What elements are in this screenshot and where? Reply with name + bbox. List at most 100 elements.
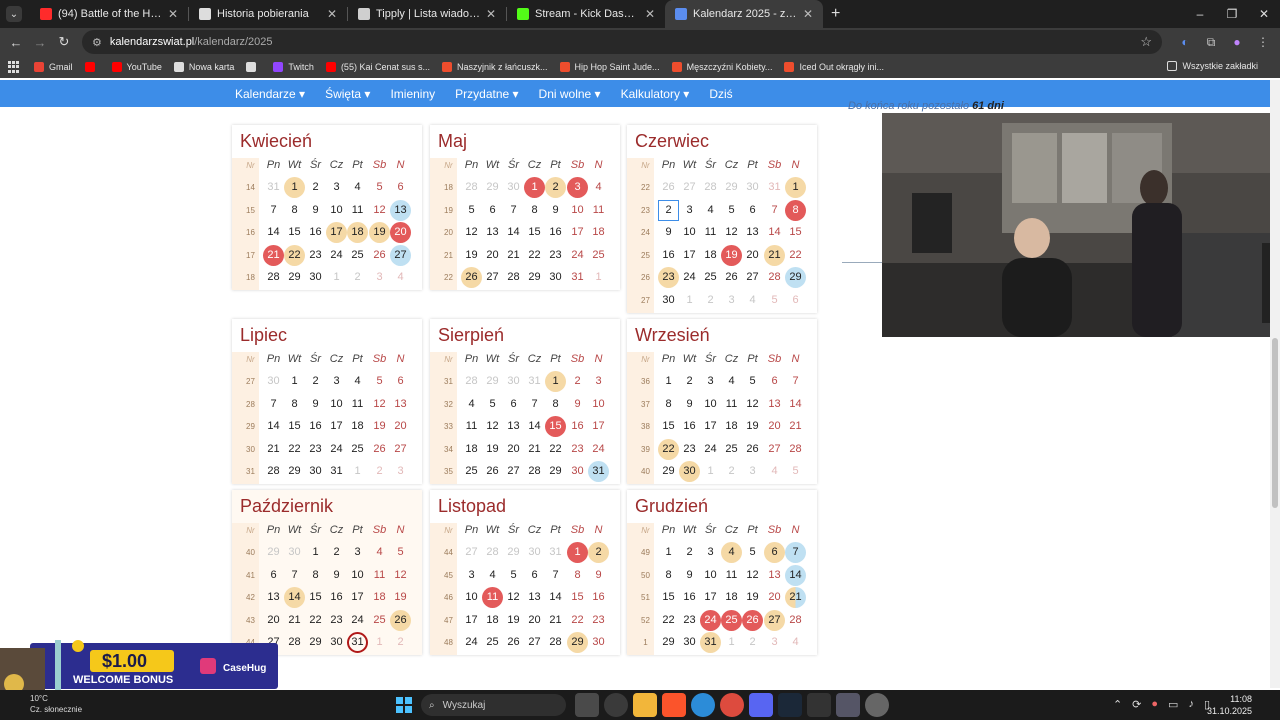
calendar-day[interactable]: 11 xyxy=(347,394,368,415)
calendar-day[interactable]: 26 xyxy=(482,461,503,482)
bookmark-item[interactable]: Hip Hop Saint Jude... xyxy=(559,62,660,72)
calendar-day[interactable]: 16 xyxy=(305,416,326,437)
calendar-day[interactable]: 2 xyxy=(679,371,700,392)
calendar-day[interactable]: 28 xyxy=(284,632,305,653)
calendar-day[interactable]: 14 xyxy=(524,416,545,437)
clock[interactable]: 11:08 31.10.2025 xyxy=(1207,693,1252,717)
calendar-day[interactable]: 17 xyxy=(347,587,368,608)
calendar-day[interactable]: 13 xyxy=(503,416,524,437)
calendar-day[interactable]: 4 xyxy=(700,200,721,221)
mic-icon[interactable]: ● xyxy=(1151,698,1158,711)
calendar-day[interactable]: 13 xyxy=(524,587,545,608)
calendar-day[interactable]: 5 xyxy=(461,200,482,221)
calendar-day[interactable]: 22 xyxy=(658,438,679,460)
calendar-day[interactable]: 29 xyxy=(524,267,545,288)
site-nav-link[interactable]: Kalkulatory ▾ xyxy=(621,87,690,101)
calendar-day-other-month[interactable]: 3 xyxy=(742,461,763,482)
tab-close-icon[interactable]: ✕ xyxy=(645,7,655,21)
calendar-day-other-month[interactable]: 1 xyxy=(369,632,390,653)
steam-icon[interactable] xyxy=(778,693,802,717)
calendar-day[interactable]: 21 xyxy=(263,244,284,266)
calendar-day[interactable]: 19 xyxy=(461,245,482,266)
sync-icon[interactable]: ⟳ xyxy=(1132,698,1141,711)
file-explorer-icon[interactable] xyxy=(633,693,657,717)
calendar-day[interactable]: 24 xyxy=(326,439,347,460)
calendar-day[interactable]: 3 xyxy=(326,371,347,392)
calendar-day-other-month[interactable]: 26 xyxy=(658,177,679,198)
calendar-day[interactable]: 10 xyxy=(461,587,482,608)
calendar-day[interactable]: 5 xyxy=(390,542,411,563)
discord-icon[interactable] xyxy=(749,693,773,717)
site-info-icon[interactable]: ⚙ xyxy=(92,36,102,49)
calendar-day-other-month[interactable]: 29 xyxy=(503,542,524,563)
calendar-day[interactable]: 13 xyxy=(764,565,785,586)
calendar-day[interactable]: 10 xyxy=(700,394,721,415)
browser-tab[interactable]: Kalendarz 2025 - z datami świę ✕ xyxy=(665,0,823,28)
new-tab-button[interactable]: + xyxy=(831,5,840,23)
calendar-day[interactable]: 18 xyxy=(347,222,368,244)
calendar-day[interactable]: 1 xyxy=(305,542,326,563)
calendar-day[interactable]: 22 xyxy=(658,610,679,631)
calendar-day[interactable]: 6 xyxy=(263,565,284,586)
calendar-day[interactable]: 2 xyxy=(588,542,609,563)
calendar-day-other-month[interactable]: 30 xyxy=(524,542,545,563)
tab-close-icon[interactable]: ✕ xyxy=(327,7,337,21)
calendar-day[interactable]: 17 xyxy=(679,245,700,266)
calendar-day[interactable]: 10 xyxy=(588,394,609,415)
calendar-day[interactable]: 10 xyxy=(347,565,368,586)
calendar-day[interactable]: 3 xyxy=(326,177,347,198)
calendar-day[interactable]: 23 xyxy=(588,610,609,631)
maximize-icon[interactable]: ❐ xyxy=(1216,0,1248,28)
calendar-day[interactable]: 4 xyxy=(482,565,503,586)
calendar-day-other-month[interactable]: 1 xyxy=(588,267,609,288)
calendar-day[interactable]: 14 xyxy=(785,564,806,586)
extensions-puzzle-icon[interactable]: ⧉ xyxy=(1198,35,1224,50)
calendar-day[interactable]: 23 xyxy=(545,245,566,266)
calendar-day[interactable]: 7 xyxy=(284,565,305,586)
calendar-day[interactable]: 23 xyxy=(305,245,326,266)
chrome-icon[interactable] xyxy=(720,693,744,717)
calendar-day[interactable]: 16 xyxy=(658,245,679,266)
calendar-day[interactable]: 31 xyxy=(326,461,347,482)
calendar-day[interactable]: 4 xyxy=(461,394,482,415)
calendar-day[interactable]: 10 xyxy=(326,394,347,415)
calendar-day[interactable]: 2 xyxy=(326,542,347,563)
browser-tab[interactable]: Tipply | Lista wiadomości ✕ xyxy=(348,0,506,28)
calendar-day[interactable]: 31 xyxy=(347,632,368,654)
calendar-day[interactable]: 15 xyxy=(524,222,545,243)
calendar-day[interactable]: 11 xyxy=(700,222,721,243)
calendar-day[interactable]: 12 xyxy=(390,565,411,586)
calendar-day[interactable]: 24 xyxy=(567,245,588,266)
task-view-icon[interactable] xyxy=(575,693,599,717)
calendar-day[interactable]: 11 xyxy=(721,565,742,586)
calendar-day[interactable]: 8 xyxy=(658,565,679,586)
site-nav-link[interactable]: Dni wolne ▾ xyxy=(539,87,601,101)
calendar-day[interactable]: 2 xyxy=(305,371,326,392)
calendar-day-other-month[interactable]: 30 xyxy=(284,542,305,563)
calendar-day[interactable]: 10 xyxy=(567,200,588,221)
calendar-day[interactable]: 9 xyxy=(567,394,588,415)
calendar-day[interactable]: 18 xyxy=(369,587,390,608)
forward-icon[interactable]: → xyxy=(28,35,52,50)
calendar-day[interactable]: 21 xyxy=(764,244,785,266)
calendar-day[interactable]: 11 xyxy=(347,200,368,221)
calendar-day[interactable]: 19 xyxy=(390,587,411,608)
calendar-day-other-month[interactable]: 3 xyxy=(764,632,785,653)
calendar-day[interactable]: 18 xyxy=(461,439,482,460)
calendar-day[interactable]: 31 xyxy=(567,267,588,288)
calendar-day[interactable]: 7 xyxy=(545,565,566,586)
calendar-day[interactable]: 30 xyxy=(567,461,588,482)
calendar-day-other-month[interactable]: 3 xyxy=(721,290,742,311)
calendar-day-other-month[interactable]: 31 xyxy=(263,177,284,198)
calendar-day[interactable]: 21 xyxy=(785,416,806,437)
calendar-day[interactable]: 25 xyxy=(588,245,609,266)
bookmark-item[interactable]: Nowa karta xyxy=(173,62,234,72)
calendar-day[interactable]: 5 xyxy=(742,371,763,392)
calendar-day[interactable]: 18 xyxy=(482,610,503,631)
calendar-day[interactable]: 30 xyxy=(679,632,700,653)
calendar-day[interactable]: 30 xyxy=(679,461,700,483)
calendar-day[interactable]: 11 xyxy=(461,416,482,437)
calendar-day[interactable]: 30 xyxy=(658,290,679,311)
bookmark-item[interactable]: Iced Out okrągły ini... xyxy=(784,62,884,72)
calendar-day[interactable]: 16 xyxy=(305,222,326,243)
